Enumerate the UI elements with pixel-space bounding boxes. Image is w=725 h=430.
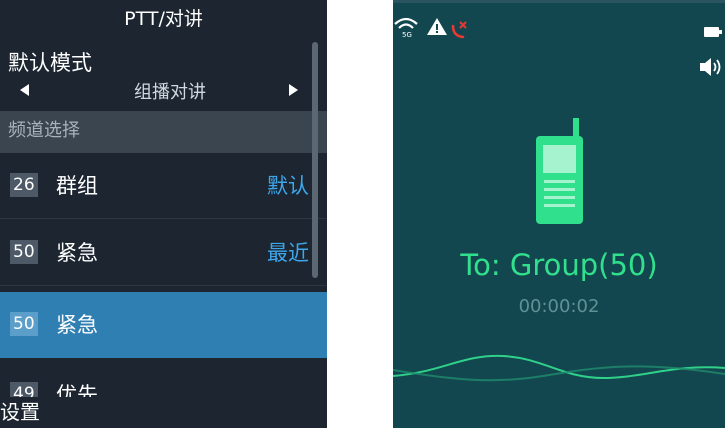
mode-value[interactable]: 组播对讲 — [100, 78, 240, 104]
wifi-5g-icon: 5G — [394, 17, 418, 39]
channel-name: 群组 — [56, 174, 98, 198]
call-timer: 00:00:02 — [518, 296, 600, 317]
call-target-label: To: Group(50) — [460, 248, 658, 282]
channel-select-header: 频道选择 — [0, 111, 327, 153]
ptt-settings-screen: PTT/对讲 默认模式 组播对讲 频道选择 26 群组 默认 50 紧急 最近 … — [0, 0, 327, 428]
settings-softkey[interactable]: 设置 — [0, 397, 327, 428]
ptt-call-screen: 5G To: Group(50) 00:00:02 — [393, 0, 725, 428]
speaker-icon[interactable] — [699, 56, 723, 78]
status-bar: 5G — [394, 17, 722, 39]
channel-number: 50 — [10, 240, 38, 264]
channel-row[interactable]: 50 紧急 最近 — [0, 220, 327, 286]
channel-number: 50 — [10, 312, 38, 336]
channel-name: 紧急 — [56, 313, 98, 337]
missed-call-icon — [451, 21, 467, 39]
scrollbar[interactable] — [312, 42, 318, 278]
page-title: PTT/对讲 — [124, 8, 203, 30]
channel-tag-recent: 最近 — [267, 241, 309, 265]
channel-row-selected[interactable]: 50 紧急 — [0, 292, 327, 358]
svg-text:5G: 5G — [402, 31, 412, 39]
channel-tag-default: 默认 — [267, 174, 309, 198]
mode-next-arrow-icon[interactable] — [289, 84, 298, 96]
default-mode-label: 默认模式 — [8, 51, 92, 75]
channel-name: 紧急 — [56, 241, 98, 265]
warning-icon — [427, 18, 447, 35]
channel-number: 26 — [10, 173, 38, 197]
walkie-talkie-icon — [536, 118, 583, 224]
audio-wave-icon — [393, 354, 725, 382]
channel-row[interactable]: 26 群组 默认 — [0, 153, 327, 219]
battery-icon — [704, 27, 722, 37]
mode-prev-arrow-icon[interactable] — [20, 84, 29, 96]
